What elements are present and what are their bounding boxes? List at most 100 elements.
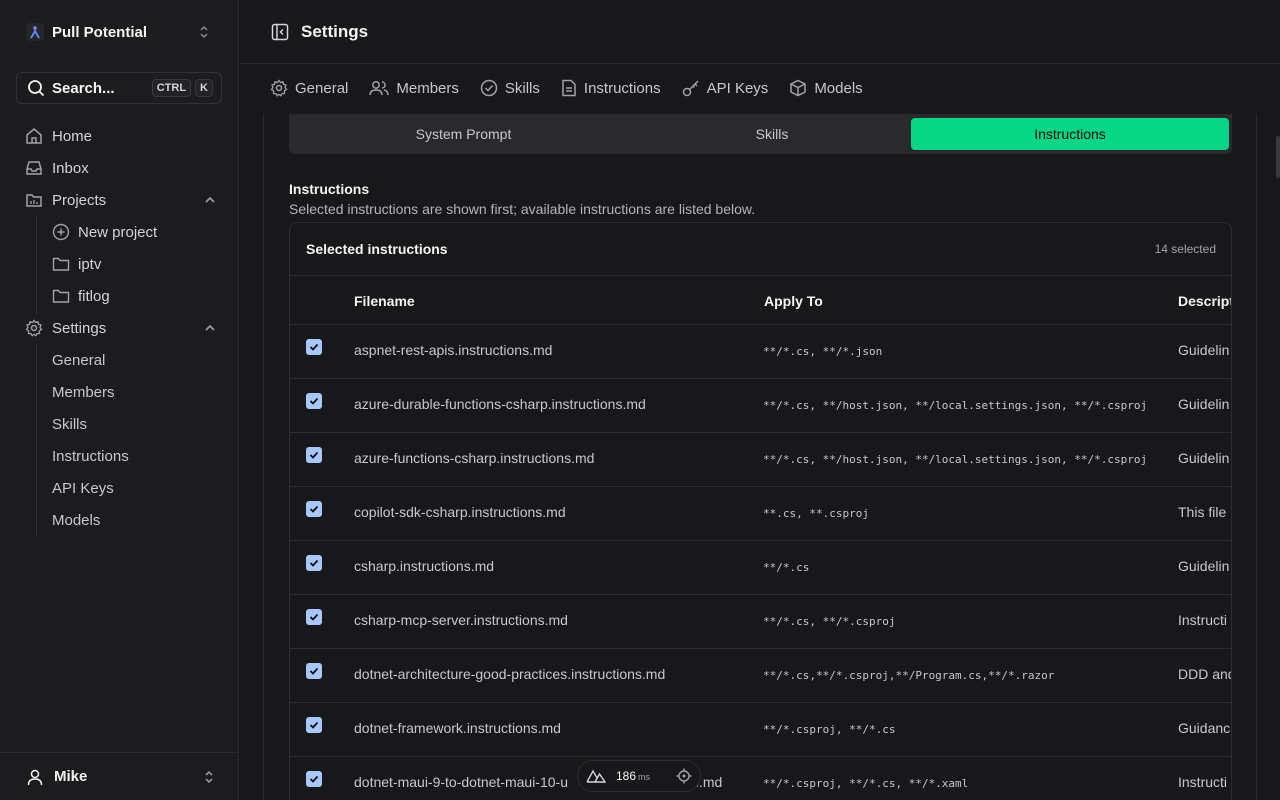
tab-instructions[interactable]: Instructions xyxy=(561,79,661,97)
row-filename: dotnet-architecture-good-practices.instr… xyxy=(354,666,666,682)
users-icon xyxy=(369,79,390,97)
row-description: Instructi xyxy=(1178,774,1228,790)
row-checkbox[interactable] xyxy=(306,663,322,679)
sidebar-item-project-iptv[interactable]: iptv xyxy=(52,251,222,277)
segment-instructions[interactable]: Instructions xyxy=(911,118,1229,150)
table-row[interactable]: csharp.instructions.md **/*.cs Guidelin xyxy=(290,541,1231,595)
chevron-up-icon[interactable] xyxy=(204,322,216,334)
tab-label: Models xyxy=(814,79,863,97)
sidebar-item-models[interactable]: Models xyxy=(52,507,100,533)
column-header-description[interactable]: Descript xyxy=(1178,293,1231,309)
sidebar-item-project-fitlog[interactable]: fitlog xyxy=(52,283,222,309)
sidebar-item-home[interactable]: Home xyxy=(24,123,222,149)
workspace-switcher[interactable]: Pull Potential xyxy=(16,16,222,48)
plus-circle-icon xyxy=(52,223,70,241)
table-row[interactable]: dotnet-architecture-good-practices.instr… xyxy=(290,649,1231,703)
sidebar-toggle-icon[interactable] xyxy=(271,23,289,41)
row-filename: csharp.instructions.md xyxy=(354,558,495,574)
sidebar-item-label: Settings xyxy=(52,319,107,337)
row-apply-to: **.cs, **.csproj xyxy=(763,507,869,520)
crosshair-icon[interactable] xyxy=(676,768,692,784)
gear-icon xyxy=(24,318,44,338)
row-description: This file xyxy=(1178,504,1227,520)
column-header-apply-to[interactable]: Apply To xyxy=(764,293,823,309)
sidebar-item-inbox[interactable]: Inbox xyxy=(24,155,222,181)
tab-members[interactable]: Members xyxy=(369,79,459,97)
scroll-track xyxy=(1256,114,1257,800)
scrollbar-thumb[interactable] xyxy=(1276,136,1280,178)
new-project-button[interactable]: New project xyxy=(52,219,222,245)
sidebar-item-api-keys[interactable]: API Keys xyxy=(52,475,114,501)
sidebar-item-members[interactable]: Members xyxy=(52,379,115,405)
tab-models[interactable]: Models xyxy=(789,79,863,97)
segment-skills[interactable]: Skills xyxy=(617,118,927,150)
sidebar-item-instructions[interactable]: Instructions xyxy=(52,443,129,469)
row-checkbox[interactable] xyxy=(306,717,322,733)
app-window: Pull Potential Search... CTRL K Home Inb… xyxy=(0,0,1280,800)
row-apply-to: **/*.cs,**/*.csproj,**/Program.cs,**/*.r… xyxy=(763,669,1055,682)
devtools-toolbar: 186 ms xyxy=(577,760,701,792)
row-apply-to: **/*.cs, **/host.json, **/local.settings… xyxy=(763,453,1148,466)
sidebar-item-label: Inbox xyxy=(52,159,89,177)
sidebar-item-skills[interactable]: Skills xyxy=(52,411,87,437)
tab-general[interactable]: General xyxy=(270,79,348,97)
table-row[interactable]: aspnet-rest-apis.instructions.md **/*.cs… xyxy=(290,325,1231,379)
search-button[interactable]: Search... CTRL K xyxy=(16,72,222,104)
nuxt-logo-icon[interactable] xyxy=(586,769,606,783)
sidebar-item-label: Projects xyxy=(52,191,107,209)
row-checkbox[interactable] xyxy=(306,609,322,625)
sidebar: Pull Potential Search... CTRL K Home Inb… xyxy=(0,0,239,800)
row-filename: azure-durable-functions-csharp.instructi… xyxy=(354,396,646,412)
user-menu[interactable]: Mike xyxy=(0,752,239,800)
selected-instructions-panel: Selected instructions 14 selected Filena… xyxy=(289,222,1232,800)
row-checkbox[interactable] xyxy=(306,501,322,517)
home-icon xyxy=(24,126,44,146)
sidebar-item-projects[interactable]: Projects xyxy=(24,187,222,213)
row-checkbox[interactable] xyxy=(306,555,322,571)
chevron-up-down-icon xyxy=(198,24,210,40)
search-label: Search... xyxy=(52,79,115,97)
row-filename: csharp-mcp-server.instructions.md xyxy=(354,612,568,628)
tab-skills[interactable]: Skills xyxy=(480,79,540,97)
segmented-control: System Prompt Skills Instructions xyxy=(289,114,1232,154)
tab-api-keys[interactable]: API Keys xyxy=(682,79,768,97)
header: Settings xyxy=(240,0,1280,64)
render-time: 186 ms xyxy=(616,769,650,783)
cube-icon xyxy=(789,79,807,97)
row-filename: azure-functions-csharp.instructions.md xyxy=(354,450,595,466)
selected-count: 14 selected xyxy=(1154,242,1216,256)
sidebar-item-label: Home xyxy=(52,127,93,145)
tree-line xyxy=(36,216,37,314)
search-icon xyxy=(27,79,45,97)
row-filename: copilot-sdk-csharp.instructions.md xyxy=(354,504,566,520)
chevron-up-icon[interactable] xyxy=(204,194,216,206)
tab-label: Instructions xyxy=(583,79,661,97)
table-row[interactable]: azure-durable-functions-csharp.instructi… xyxy=(290,379,1231,433)
row-description: Guidelin xyxy=(1178,558,1230,574)
tab-label: Skills xyxy=(504,79,540,97)
project-label: fitlog xyxy=(78,287,110,305)
column-header-filename[interactable]: Filename xyxy=(354,293,415,309)
workspace-name: Pull Potential xyxy=(52,23,148,41)
folder-icon xyxy=(52,255,70,273)
user-name: Mike xyxy=(54,768,88,785)
table-row[interactable]: azure-functions-csharp.instructions.md *… xyxy=(290,433,1231,487)
panel-header: Selected instructions 14 selected xyxy=(290,223,1231,276)
new-project-label: New project xyxy=(78,223,158,241)
row-checkbox[interactable] xyxy=(306,771,322,787)
row-checkbox[interactable] xyxy=(306,447,322,463)
panel-title: Selected instructions xyxy=(306,241,448,257)
shortcut-key-k: K xyxy=(195,79,213,97)
row-checkbox[interactable] xyxy=(306,339,322,355)
inbox-icon xyxy=(24,158,44,178)
table-row[interactable]: copilot-sdk-csharp.instructions.md **.cs… xyxy=(290,487,1231,541)
table-row[interactable]: csharp-mcp-server.instructions.md **/*.c… xyxy=(290,595,1231,649)
sidebar-item-settings[interactable]: Settings xyxy=(24,315,222,341)
segment-system-prompt[interactable]: System Prompt xyxy=(289,118,638,150)
row-checkbox[interactable] xyxy=(306,393,322,409)
sidebar-item-general[interactable]: General xyxy=(52,347,105,373)
table-row[interactable]: dotnet-maui-9-to-dotnet-maui-10-u s.md **… xyxy=(290,757,1231,800)
table-row[interactable]: dotnet-framework.instructions.md **/*.cs… xyxy=(290,703,1231,757)
row-filename-start: dotnet-maui-9-to-dotnet-maui-10-u xyxy=(354,774,568,790)
row-apply-to: **/*.cs, **/*.json xyxy=(763,345,883,358)
